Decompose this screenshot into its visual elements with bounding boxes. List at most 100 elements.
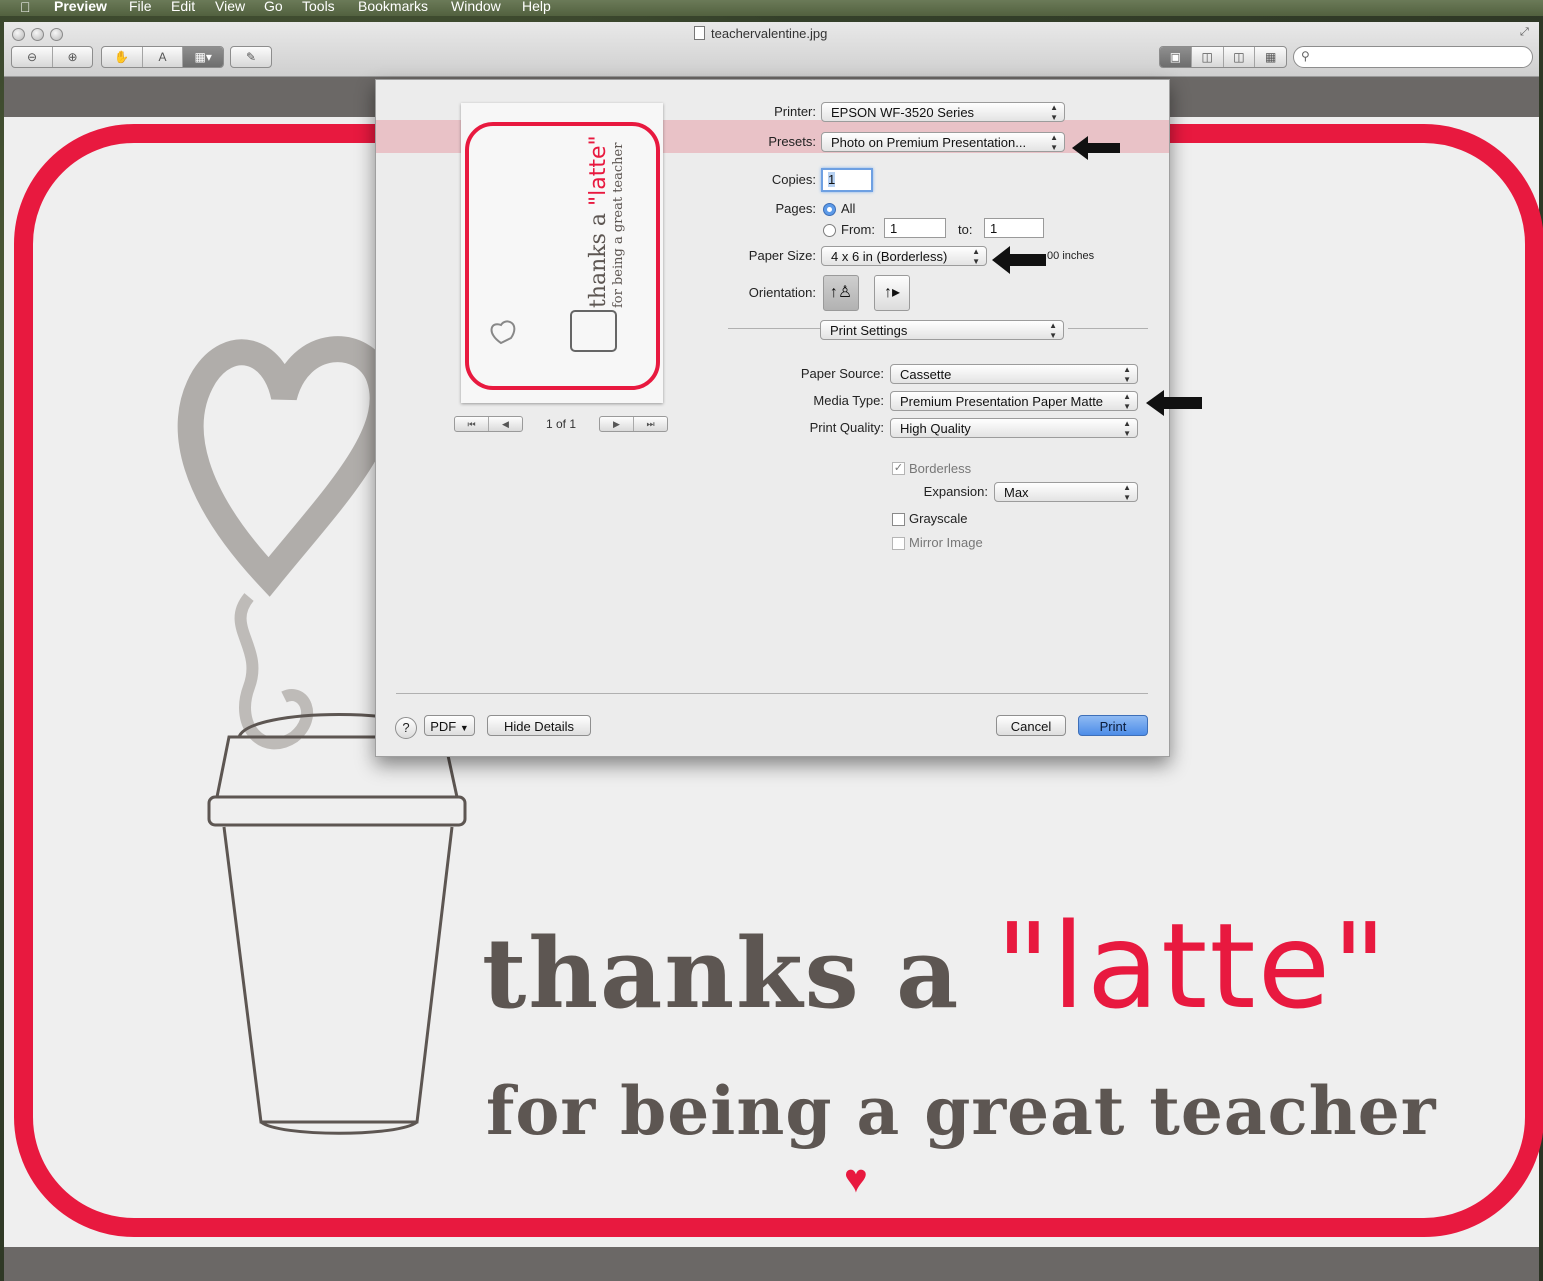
print-quality-label: Print Quality: bbox=[809, 420, 884, 435]
mirror-image-checkbox[interactable] bbox=[892, 537, 905, 550]
close-window-button[interactable] bbox=[12, 28, 25, 41]
pages-from-radio[interactable] bbox=[823, 224, 836, 237]
chevron-down-icon: ▼ bbox=[459, 723, 469, 733]
title-bar: teachervalentine.jpg ⤢ ⊖ ⊕ ✋ A ▦▾ ✎ ▣ ◫ … bbox=[4, 22, 1539, 77]
menu-file[interactable]: File bbox=[129, 0, 152, 14]
menu-edit[interactable]: Edit bbox=[171, 0, 195, 14]
print-settings-section-popup[interactable]: Print Settings ▲ ▼ bbox=[820, 320, 1064, 340]
view-mode-controls: ▣ ◫ ◫ ▦ bbox=[1159, 46, 1287, 68]
zoom-out-button[interactable]: ⊖ bbox=[12, 47, 53, 67]
contact-sheet-view-icon[interactable]: ▦ bbox=[1255, 47, 1286, 67]
document-icon bbox=[694, 26, 705, 40]
last-page-icon[interactable]: ⏭ bbox=[634, 417, 667, 431]
popup-arrows-icon: ▲ ▼ bbox=[1123, 365, 1131, 384]
menu-tools[interactable]: Tools bbox=[302, 0, 335, 14]
fullscreen-icon[interactable]: ⤢ bbox=[1520, 26, 1529, 39]
media-type-popup[interactable]: Premium Presentation Paper Matte ▲ ▼ bbox=[890, 391, 1138, 411]
pdf-menu-button[interactable]: PDF ▼ bbox=[424, 715, 475, 736]
printer-popup[interactable]: EPSON WF-3520 Series ▲ ▼ bbox=[821, 102, 1065, 122]
first-page-icon[interactable]: ⏮ bbox=[455, 417, 489, 431]
landscape-orientation-icon[interactable]: ↑▸ bbox=[874, 275, 910, 311]
card-latte-word: "latte" bbox=[995, 897, 1389, 1035]
pages-from-field[interactable]: 1 bbox=[884, 218, 946, 238]
apple-icon[interactable]:  bbox=[20, 0, 31, 15]
preview-prev-controls: ⏮ ◀ bbox=[454, 416, 523, 432]
popup-arrows-icon: ▲ ▼ bbox=[1049, 321, 1057, 340]
orientation-label: Orientation: bbox=[748, 285, 816, 300]
copies-field[interactable]: 1 bbox=[821, 168, 873, 192]
minimize-window-button[interactable] bbox=[31, 28, 44, 41]
pages-all-radio[interactable] bbox=[823, 203, 836, 216]
tool-mode-controls: ✋ A ▦▾ bbox=[101, 46, 224, 68]
menu-go[interactable]: Go bbox=[264, 0, 283, 14]
print-dialog: thanks a "latte" for being a great teach… bbox=[375, 79, 1202, 757]
page-indicator: 1 of 1 bbox=[546, 417, 577, 431]
selection-tool-icon[interactable]: ▦▾ bbox=[183, 47, 223, 67]
zoom-in-button[interactable]: ⊕ bbox=[53, 47, 92, 67]
popup-arrows-icon: ▲ ▼ bbox=[1123, 392, 1131, 411]
popup-arrows-icon: ▲ ▼ bbox=[1050, 103, 1058, 122]
cancel-button[interactable]: Cancel bbox=[996, 715, 1066, 736]
heart-icon: ♥ bbox=[844, 1157, 868, 1201]
help-button[interactable]: ? bbox=[395, 717, 417, 739]
section-divider-right bbox=[1068, 328, 1148, 329]
edit-toolbar-group: ✎ bbox=[230, 46, 272, 68]
pages-to-field[interactable]: 1 bbox=[984, 218, 1044, 238]
copies-label: Copies: bbox=[771, 172, 816, 187]
thumbnail-cup-heart-icon bbox=[490, 310, 617, 352]
popup-arrows-icon: ▲ ▼ bbox=[1123, 419, 1131, 438]
window-title: teachervalentine.jpg bbox=[694, 26, 827, 41]
expansion-popup[interactable]: Max ▲ ▼ bbox=[994, 482, 1138, 502]
pages-to-label: to: bbox=[958, 222, 973, 237]
footer-divider bbox=[396, 693, 1148, 694]
popup-arrows-icon: ▲ ▼ bbox=[1050, 133, 1058, 152]
print-button[interactable]: Print bbox=[1078, 715, 1148, 736]
search-icon: ⚲ bbox=[1301, 49, 1310, 63]
section-divider-left bbox=[728, 328, 820, 329]
printer-label: Printer: bbox=[774, 104, 816, 119]
menu-help[interactable]: Help bbox=[522, 0, 551, 14]
coffee-cup-illustration bbox=[207, 713, 467, 1135]
card-headline: thanks a "latte" bbox=[482, 897, 1389, 1035]
annotation-arrow-icon bbox=[1072, 136, 1120, 160]
single-page-view-icon[interactable]: ▣ bbox=[1160, 47, 1192, 67]
portrait-orientation-icon[interactable]: ↑♙ bbox=[823, 275, 859, 311]
zoom-window-button[interactable] bbox=[50, 28, 63, 41]
media-type-label: Media Type: bbox=[813, 393, 884, 408]
annotation-arrow-icon bbox=[992, 246, 1046, 274]
menu-bookmarks[interactable]: Bookmarks bbox=[358, 0, 428, 14]
pencil-edit-icon[interactable]: ✎ bbox=[231, 47, 271, 67]
search-field[interactable]: ⚲ bbox=[1293, 46, 1533, 68]
presets-popup[interactable]: Photo on Premium Presentation... ▲ ▼ bbox=[821, 132, 1065, 152]
menu-app-preview[interactable]: Preview bbox=[54, 0, 107, 14]
hand-tool-icon[interactable]: ✋ bbox=[102, 47, 143, 67]
paper-size-popup[interactable]: 4 x 6 in (Borderless) ▲ ▼ bbox=[821, 246, 987, 266]
two-page-view-icon[interactable]: ◫ bbox=[1224, 47, 1256, 67]
zoom-controls: ⊖ ⊕ bbox=[11, 46, 93, 68]
previous-page-icon[interactable]: ◀ bbox=[489, 417, 522, 431]
pages-from-label: From: bbox=[841, 222, 875, 237]
popup-arrows-icon: ▲ ▼ bbox=[972, 247, 980, 266]
next-page-icon[interactable]: ▶ bbox=[600, 417, 634, 431]
presets-label: Presets: bbox=[768, 134, 816, 149]
text-tool-icon[interactable]: A bbox=[143, 47, 184, 67]
expansion-label: Expansion: bbox=[923, 484, 988, 499]
pages-all-label: All bbox=[841, 201, 856, 216]
thumbnail-card-text: thanks a "latte" for being a great teach… bbox=[586, 135, 626, 308]
print-quality-popup[interactable]: High Quality ▲ ▼ bbox=[890, 418, 1138, 438]
borderless-checkbox[interactable]: ✓ bbox=[892, 462, 905, 475]
preview-next-controls: ▶ ⏭ bbox=[599, 416, 668, 432]
menu-view[interactable]: View bbox=[215, 0, 245, 14]
sidebar-view-icon[interactable]: ◫ bbox=[1192, 47, 1224, 67]
paper-size-dimensions: .00 inches bbox=[1044, 250, 1095, 262]
menu-window[interactable]: Window bbox=[451, 0, 501, 14]
pages-label: Pages: bbox=[775, 201, 816, 216]
hide-details-button[interactable]: Hide Details bbox=[487, 715, 591, 736]
paper-source-popup[interactable]: Cassette ▲ ▼ bbox=[890, 364, 1138, 384]
mirror-image-label: Mirror Image bbox=[909, 535, 983, 550]
paper-source-label: Paper Source: bbox=[800, 366, 884, 381]
popup-arrows-icon: ▲ ▼ bbox=[1123, 483, 1131, 502]
grayscale-checkbox[interactable] bbox=[892, 513, 905, 526]
card-subline: for being a great teacher bbox=[486, 1072, 1437, 1150]
menu-bar:  Preview File Edit View Go Tools Bookma… bbox=[0, 0, 1543, 16]
